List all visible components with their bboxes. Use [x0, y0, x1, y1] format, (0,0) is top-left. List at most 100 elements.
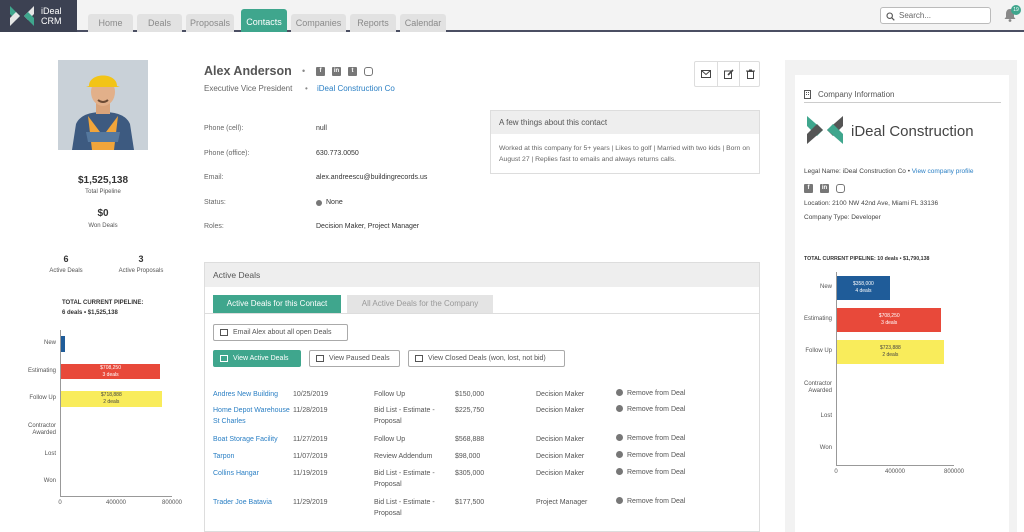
delete-button[interactable]	[739, 62, 761, 86]
tab-proposals[interactable]: Proposals	[186, 14, 234, 32]
deal-deal-cell[interactable]: Tarpon	[213, 451, 291, 462]
envelope-icon	[701, 70, 711, 78]
notification-badge: 19	[1011, 5, 1021, 15]
remove-icon	[616, 468, 623, 475]
deal-amount-cell: $225,750	[455, 407, 485, 414]
chart-category-label: Follow Up	[29, 395, 56, 402]
search-icon	[886, 12, 895, 21]
facebook-icon[interactable]: f	[316, 67, 325, 76]
company-link[interactable]: iDeal Construction Co	[317, 84, 395, 93]
remove-icon	[616, 434, 623, 441]
edit-button[interactable]	[717, 62, 739, 86]
linkedin-icon[interactable]: in	[332, 67, 341, 76]
app-name-line2: CRM	[41, 16, 62, 26]
company-linkedin-icon[interactable]: in	[820, 184, 829, 193]
chart-x-tick: 400000	[884, 469, 906, 475]
remove-from-deal-button[interactable]: Remove from Deal	[616, 434, 685, 442]
tab-deals[interactable]: Deals	[137, 14, 182, 32]
remove-from-deal-label: Remove from Deal	[627, 406, 686, 413]
contact-actions	[694, 61, 760, 87]
chart-category-label: Contractor Awarded	[27, 422, 56, 436]
twitter-icon[interactable]: t	[348, 67, 357, 76]
remove-from-deal-label: Remove from Deal	[627, 452, 686, 459]
deal-role-cell: Decision Maker	[536, 407, 585, 414]
app-logo[interactable]: iDeal CRM	[0, 0, 77, 32]
chart-x-tick: 800000	[161, 500, 183, 506]
logo-mark-icon	[10, 6, 34, 26]
field-value-phone-office[interactable]: 630.773.0050	[316, 150, 359, 157]
deal-stage-cell: Follow Up	[374, 436, 406, 443]
company-instagram-icon[interactable]	[836, 184, 845, 193]
remove-from-deal-button[interactable]: Remove from Deal	[616, 389, 685, 397]
active-deals-title: Active Deals	[205, 263, 759, 287]
legal-name-label: Legal Name: iDeal Construction Co •	[804, 168, 910, 175]
company-location: Location: 2100 NW 42nd Ave, Miami FL 331…	[804, 200, 939, 207]
contact-pipeline-chart: New Estimating $708,250 3 deals Follow Up $71…	[18, 330, 182, 510]
chart-x-tick: 400000	[105, 500, 127, 506]
chart-data-sublabel: 3 deals	[881, 320, 898, 327]
chart-x-tick: 800000	[943, 469, 965, 475]
field-label-phone-cell: Phone (cell):	[204, 125, 244, 132]
tab-contacts[interactable]: Contacts	[241, 9, 287, 32]
remove-from-deal-button[interactable]: Remove from Deal	[616, 405, 685, 413]
field-value-email[interactable]: alex.andreescu@buildingrecords.us	[316, 174, 427, 181]
view-company-profile-link[interactable]: View company profile	[912, 168, 974, 175]
contact-avatar	[58, 60, 148, 150]
remove-from-deal-button[interactable]: Remove from Deal	[616, 468, 685, 476]
tab-home[interactable]: Home	[88, 14, 133, 32]
app-name-line1: iDeal	[41, 6, 62, 16]
chart-category-label: Follow Up	[805, 348, 832, 355]
tab-companies[interactable]: Companies	[291, 14, 346, 32]
chart-data-label: $708,250	[878, 313, 900, 320]
view-active-deals-button[interactable]: View Active Deals	[213, 350, 301, 367]
list-icon	[220, 355, 228, 362]
status-dot-icon	[316, 200, 322, 206]
field-value-phone-cell[interactable]: null	[316, 125, 327, 132]
remove-icon	[616, 389, 623, 396]
deal-deal-cell[interactable]: Andres New Building	[213, 389, 291, 400]
view-paused-deals-button[interactable]: View Paused Deals	[309, 350, 400, 367]
about-title: A few things about this contact	[491, 111, 759, 134]
active-deals-count: 6	[63, 254, 69, 264]
deal-date-cell: 10/25/2019	[293, 391, 329, 398]
deal-deal-cell[interactable]: Collins Hangar	[213, 468, 291, 479]
deal-amount-cell: $305,000	[455, 470, 485, 477]
building-icon	[804, 90, 811, 99]
company-pipeline-title: TOTAL CURRENT PIPELINE: 10 deals • $1,79…	[804, 256, 930, 262]
deal-deal-cell[interactable]: Home Depot Warehouse St Charles	[213, 405, 291, 427]
remove-from-deal-button[interactable]: Remove from Deal	[616, 451, 685, 459]
search-input[interactable]: Search...	[880, 7, 991, 24]
active-proposals-label: Active Proposals	[118, 268, 164, 274]
deal-stage-cell: Bid List - Estimate - Proposal	[374, 470, 435, 488]
search-placeholder: Search...	[899, 11, 932, 20]
email-all-deals-button[interactable]: Email Alex about all open Deals	[213, 324, 348, 341]
company-logo-text: iDeal Construction	[851, 123, 974, 140]
deal-role-cell: Decision Maker	[536, 391, 585, 398]
deal-deal-cell[interactable]: Boat Storage Facility	[213, 434, 291, 445]
active-deals-label: Active Deals	[49, 268, 83, 274]
chart-data-label: $708,250	[100, 364, 121, 371]
tab-company-deals[interactable]: All Active Deals for the Company	[347, 295, 493, 313]
deal-deal-cell[interactable]: Trader Joe Batavia	[213, 497, 291, 508]
company-type: Company Type: Developer	[804, 214, 881, 221]
remove-from-deal-button[interactable]: Remove from Deal	[616, 497, 685, 505]
company-facebook-icon[interactable]: f	[804, 184, 813, 193]
chart-category-label: Contractor Awarded	[803, 380, 832, 394]
tab-reports[interactable]: Reports	[350, 14, 396, 32]
tab-contact-deals[interactable]: Active Deals for this Contact	[213, 295, 341, 313]
chart-data-label: $718,888	[100, 392, 122, 399]
chart-data-sublabel: 2 deals	[882, 352, 899, 359]
email-button[interactable]	[695, 62, 717, 86]
field-value-status: None	[326, 199, 343, 206]
view-closed-deals-button[interactable]: View Closed Deals (won, lost, not bid)	[408, 350, 565, 367]
remove-from-deal-label: Remove from Deal	[627, 435, 686, 442]
deal-amount-cell: $568,888	[455, 436, 485, 443]
contact-title: Executive Vice President	[204, 84, 293, 93]
email-all-deals-label: Email Alex about all open Deals	[233, 329, 332, 336]
tab-calendar[interactable]: Calendar	[400, 14, 446, 32]
deal-stage-cell: Review Addendum	[374, 453, 433, 460]
chart-x-tick: 0	[58, 500, 62, 506]
instagram-icon[interactable]	[364, 67, 373, 76]
chart-category-label: Lost	[820, 412, 832, 419]
deal-role-cell: Decision Maker	[536, 453, 585, 460]
